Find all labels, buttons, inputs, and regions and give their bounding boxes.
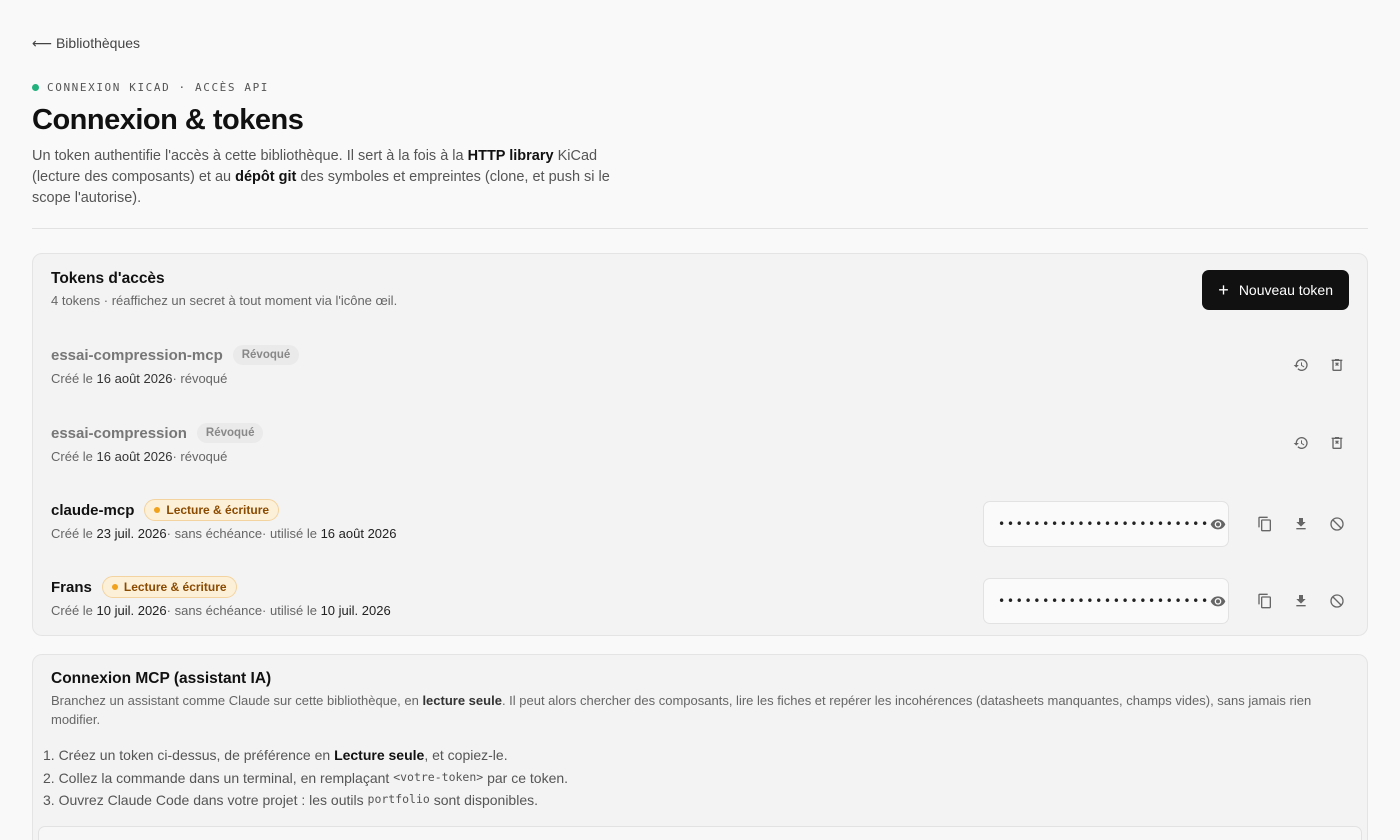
step-text: 2. Collez la commande dans un terminal, … — [43, 769, 394, 786]
mcp-description: Branchez un assistant comme Claude sur c… — [51, 691, 1351, 729]
token-name: claude-mcp — [51, 501, 135, 519]
plus-icon: + — [1218, 280, 1229, 300]
meta-mid: · sans échéance· utilisé le — [166, 526, 321, 541]
eyebrow: CONNEXION KICAD · ACCÈS API — [32, 81, 269, 94]
used-date: 10 juil. 2026 — [320, 603, 391, 618]
masked-secret: •••••••••••••••••••••••• — [998, 517, 1210, 531]
tokens-subtitle: 4 tokens · réaffichez un secret à tout m… — [51, 293, 398, 308]
token-meta: Créé le 16 août 2026 · révoqué — [51, 371, 227, 386]
meta-prefix: Créé le — [51, 449, 97, 464]
back-link[interactable]: ⟵ Bibliothèques — [32, 35, 140, 52]
secret-field: •••••••••••••••••••••••• — [983, 501, 1229, 547]
restore-icon[interactable] — [1289, 431, 1313, 455]
status-badge: Révoqué — [232, 345, 300, 365]
token-row: essai-compression Révoqué Créé le 16 aoû… — [33, 420, 1367, 490]
token-meta: Créé le 23 juil. 2026 · sans échéance· ut… — [51, 526, 396, 541]
scope-dot — [154, 507, 161, 513]
step-text: , et copiez-le. — [424, 747, 508, 763]
new-token-label: Nouveau token — [1238, 282, 1333, 298]
meta-mid: · sans échéance· utilisé le — [166, 603, 321, 618]
revoke-icon[interactable] — [1325, 512, 1349, 536]
scope-badge: Lecture & écriture — [144, 499, 280, 521]
desc-part: Branchez un assistant comme Claude sur c… — [51, 693, 423, 708]
step-text: par ce token. — [483, 769, 569, 786]
scope-label: Lecture & écriture — [123, 580, 227, 594]
token-meta: Créé le 16 août 2026 · révoqué — [51, 449, 227, 464]
command-box[interactable] — [38, 826, 1362, 840]
token-row: essai-compression-mcp Révoqué Créé le 16… — [33, 342, 1367, 412]
tokens-card: Tokens d'accès 4 tokens · réaffichez un … — [32, 253, 1368, 636]
secret-field: •••••••••••••••••••••••• — [983, 578, 1229, 624]
divider — [32, 228, 1368, 229]
token-meta: Créé le 10 juil. 2026 · sans échéance· ut… — [51, 603, 391, 618]
used-date: 16 août 2026 — [320, 526, 397, 541]
step-text: 1. Créez un token ci-dessus, de préféren… — [43, 747, 335, 763]
delete-icon[interactable] — [1325, 431, 1349, 455]
copy-icon[interactable] — [1253, 589, 1277, 613]
masked-secret: •••••••••••••••••••••••• — [998, 594, 1210, 608]
created-date: 16 août 2026 — [96, 449, 173, 464]
status-dot — [32, 84, 39, 91]
delete-icon[interactable] — [1325, 353, 1349, 377]
meta-tail: · révoqué — [172, 449, 228, 464]
eye-icon[interactable] — [1210, 589, 1226, 613]
status-badge: Révoqué — [196, 423, 264, 443]
list-item: 1. Créez un token ci-dessus, de préféren… — [43, 747, 568, 770]
eye-icon[interactable] — [1210, 512, 1226, 536]
eyebrow-text: CONNEXION KICAD · ACCÈS API — [47, 81, 270, 94]
token-name: essai-compression — [51, 424, 187, 442]
new-token-button[interactable]: + Nouveau token — [1202, 270, 1349, 310]
step-bold: Lecture seule — [334, 747, 425, 763]
meta-prefix: Créé le — [51, 371, 97, 386]
token-row: claude-mcp Lecture & écriture Créé le 23… — [33, 497, 1367, 567]
back-label: ⟵ Bibliothèques — [32, 35, 141, 51]
meta-prefix: Créé le — [51, 603, 97, 618]
desc-bold: lecture seule — [422, 693, 502, 708]
token-row: Frans Lecture & écriture Créé le 10 juil… — [33, 574, 1367, 644]
restore-icon[interactable] — [1289, 353, 1313, 377]
step-code: <votre-token> — [393, 769, 484, 784]
scope-dot — [111, 584, 118, 590]
mcp-card: Connexion MCP (assistant IA) Branchez un… — [32, 654, 1368, 840]
created-date: 10 juil. 2026 — [96, 603, 167, 618]
list-item: 3. Ouvrez Claude Code dans votre projet … — [43, 792, 568, 815]
download-icon[interactable] — [1289, 589, 1313, 613]
list-item: 2. Collez la commande dans un terminal, … — [43, 770, 568, 793]
mcp-title: Connexion MCP (assistant IA) — [51, 670, 272, 687]
scope-badge: Lecture & écriture — [101, 576, 237, 598]
revoke-icon[interactable] — [1325, 589, 1349, 613]
step-text: 3. Ouvrez Claude Code dans votre projet … — [43, 792, 368, 808]
intro-bold-git: dépôt git — [235, 169, 297, 185]
download-icon[interactable] — [1289, 512, 1313, 536]
created-date: 23 juil. 2026 — [96, 526, 167, 541]
meta-tail: · révoqué — [172, 371, 228, 386]
tokens-title: Tokens d'accès — [51, 270, 165, 287]
intro-part: Un token authentifie l'accès à cette bib… — [32, 148, 468, 164]
steps-list: 1. Créez un token ci-dessus, de préféren… — [43, 747, 568, 815]
token-name: essai-compression-mcp — [51, 346, 223, 364]
created-date: 16 août 2026 — [96, 371, 173, 386]
intro-bold-http: HTTP library — [467, 148, 554, 164]
meta-prefix: Créé le — [51, 526, 97, 541]
intro-text: Un token authentifie l'accès à cette bib… — [32, 146, 642, 209]
token-name: Frans — [51, 578, 92, 596]
copy-icon[interactable] — [1253, 512, 1277, 536]
page-title: Connexion & tokens — [32, 104, 304, 136]
step-code: portfolio — [367, 792, 430, 806]
scope-label: Lecture & écriture — [166, 503, 270, 517]
step-text: sont disponibles. — [429, 792, 539, 808]
